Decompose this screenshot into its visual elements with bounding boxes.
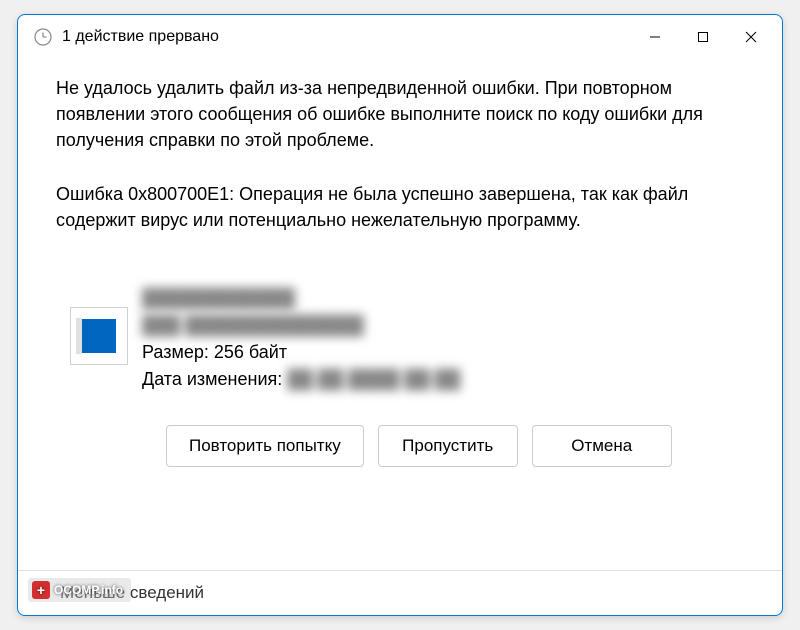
file-date-value: ██.██.████ ██:██ — [287, 369, 460, 389]
file-size: Размер: 256 байт — [142, 339, 460, 366]
error-code-line: Ошибка 0x800700E1: Операция не была успе… — [56, 181, 744, 233]
cancel-button[interactable]: Отмена — [532, 425, 672, 467]
plus-icon: + — [32, 581, 50, 599]
button-row: Повторить попытку Пропустить Отмена — [56, 425, 744, 467]
skip-button[interactable]: Пропустить — [378, 425, 518, 467]
titlebar: 1 действие прервано — [18, 15, 782, 59]
file-date-row: Дата изменения: ██.██.████ ██:██ — [142, 366, 460, 393]
file-icon — [70, 307, 128, 365]
watermark-text: OCOMP.info — [54, 583, 123, 597]
file-type: ███ ██████████████ — [142, 312, 460, 339]
window-title: 1 действие прервано — [62, 28, 632, 46]
watermark: + OCOMP.info — [28, 578, 131, 602]
dialog-window: 1 действие прервано Не удалось удалить ф… — [17, 14, 783, 616]
file-details: ████████████ ███ ██████████████ Размер: … — [142, 285, 460, 393]
maximize-button[interactable] — [680, 21, 726, 53]
clock-icon — [34, 28, 52, 46]
file-date-label: Дата изменения: — [142, 369, 282, 389]
error-description: Не удалось удалить файл из-за непредвиде… — [56, 75, 744, 153]
file-info: ████████████ ███ ██████████████ Размер: … — [56, 285, 744, 393]
file-name: ████████████ — [142, 285, 460, 312]
window-controls — [632, 21, 774, 53]
minimize-button[interactable] — [632, 21, 678, 53]
dialog-content: Не удалось удалить файл из-за непредвиде… — [18, 59, 782, 570]
dialog-footer: Меньше сведений — [18, 570, 782, 615]
close-button[interactable] — [728, 21, 774, 53]
retry-button[interactable]: Повторить попытку — [166, 425, 364, 467]
